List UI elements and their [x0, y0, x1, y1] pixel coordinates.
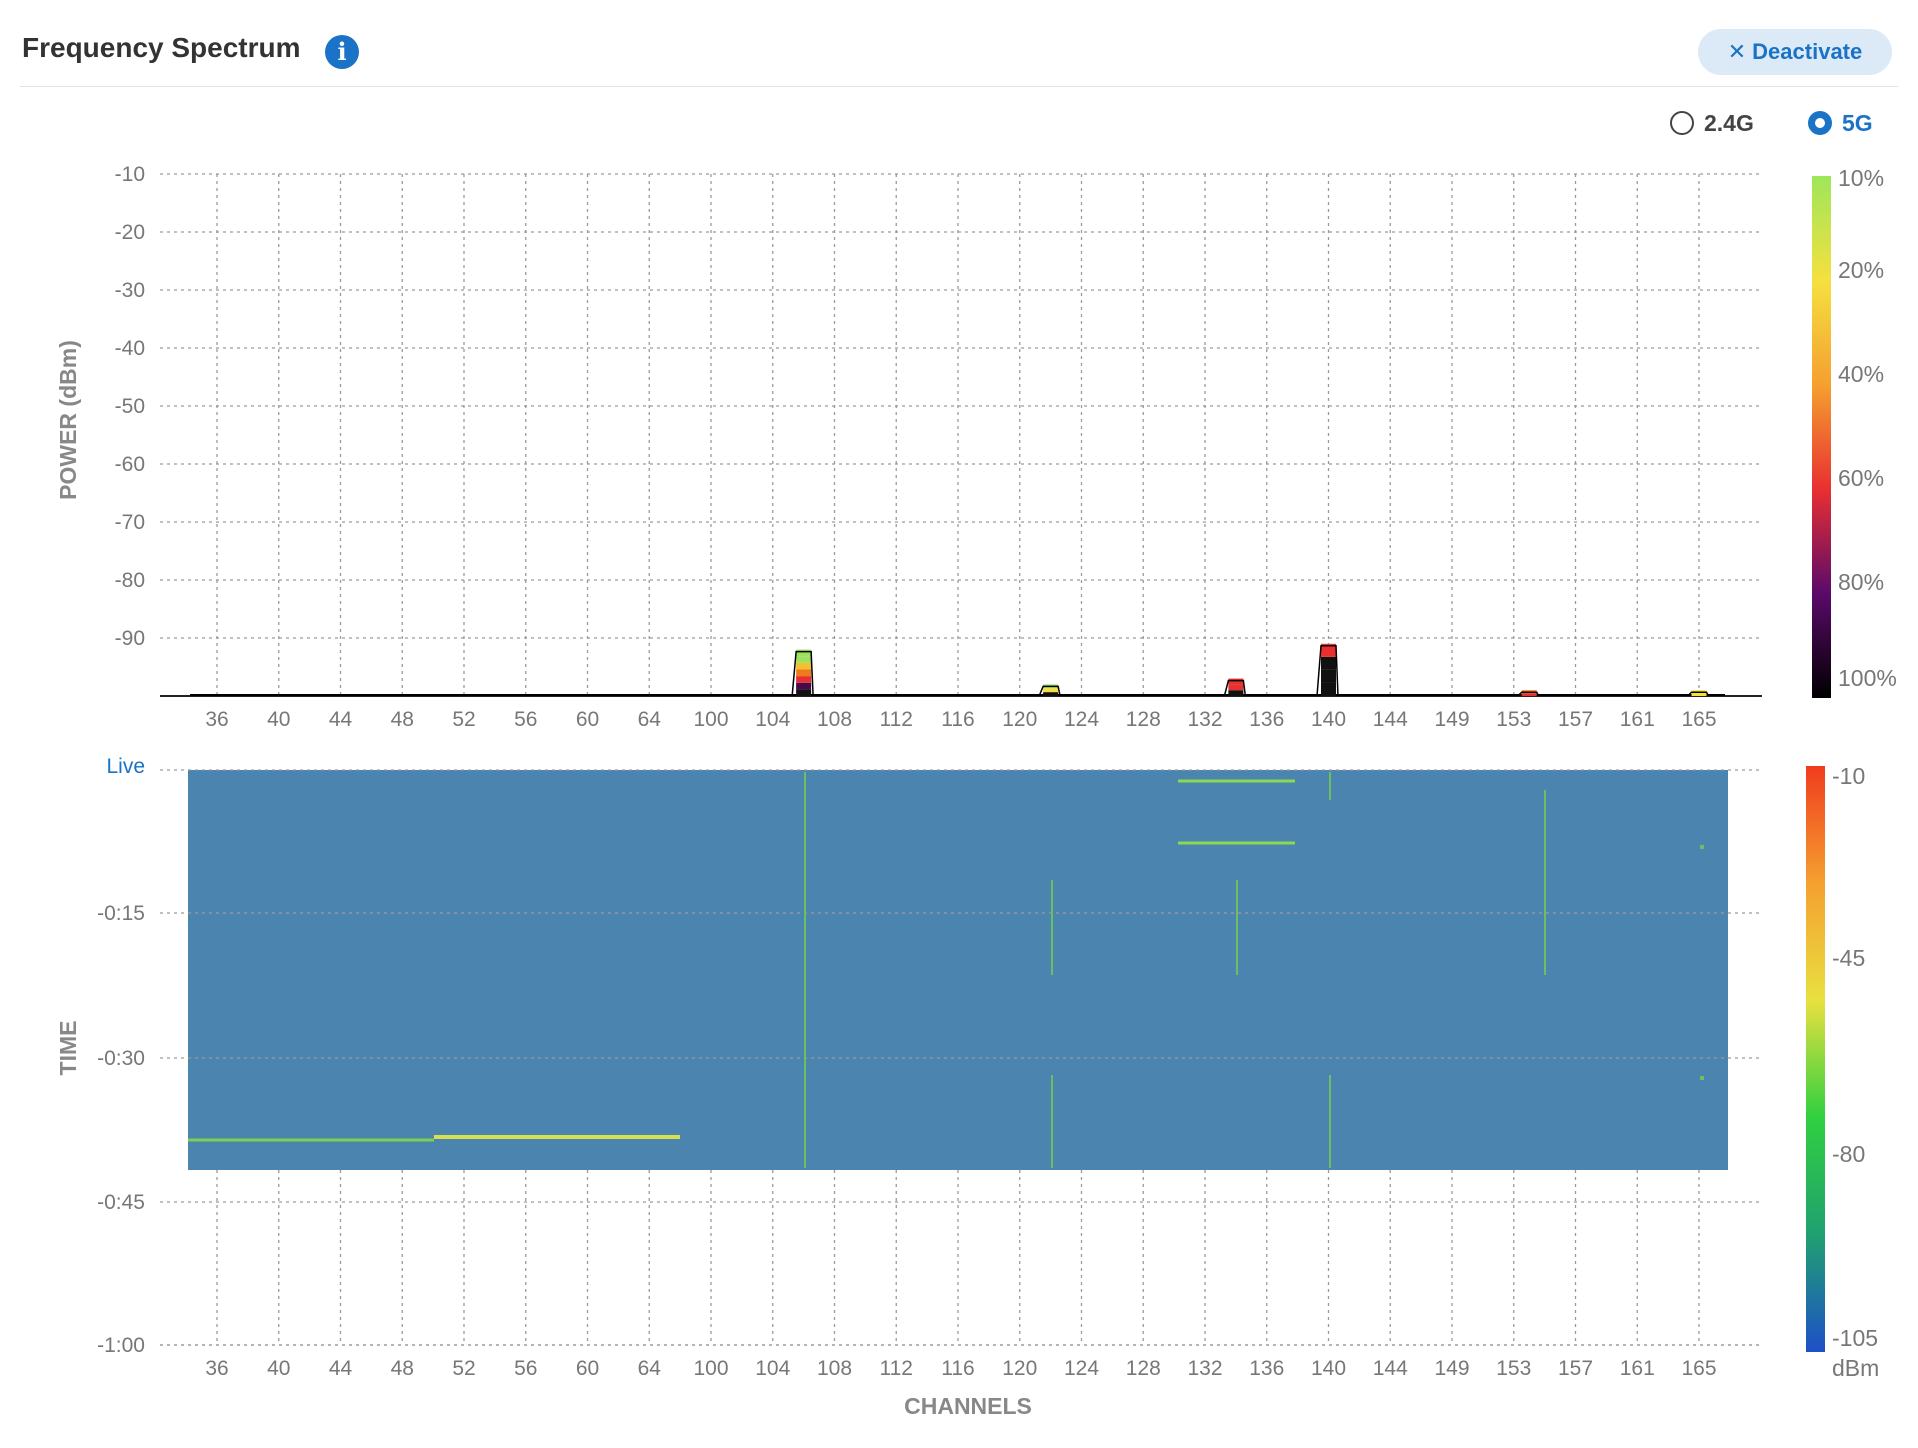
x-tick-label: 136: [1249, 708, 1284, 731]
utilization-legend-label: 60%: [1838, 465, 1884, 491]
y-tick-label: -40: [115, 337, 145, 360]
x-tick-label: 120: [1002, 708, 1037, 731]
utilization-legend-label: 20%: [1838, 257, 1884, 283]
x-tick-label: 116: [941, 708, 974, 731]
y-tick-label: -70: [115, 511, 145, 534]
x-tick-label: 144: [1373, 1357, 1408, 1380]
x-tick-label: 161: [1620, 708, 1655, 731]
spectrum-peak-segment: [1321, 682, 1336, 696]
x-tick-label: 40: [267, 1357, 290, 1380]
y-tick-label: -60: [115, 453, 145, 476]
x-tick-label: 120: [1002, 1357, 1037, 1380]
spectrum-peak-segment: [796, 656, 812, 663]
spectrum-peak-segment: [1043, 688, 1059, 693]
y-tick-label: -80: [115, 569, 145, 592]
y-axis-title: POWER (dBm): [55, 340, 81, 500]
x-tick-label: 128: [1126, 1357, 1161, 1380]
utilization-legend-label: 100%: [1838, 665, 1897, 691]
utilization-legend-label: 80%: [1838, 569, 1884, 595]
x-tick-label: 124: [1064, 1357, 1099, 1380]
x-tick-label: 124: [1064, 708, 1099, 731]
spectrum-peak-segment: [1521, 693, 1537, 696]
x-tick-label: 136: [1249, 1357, 1284, 1380]
dbm-colorbar-label: -45: [1832, 945, 1865, 971]
spectrum-peak-segment: [1228, 690, 1244, 696]
x-tick-label: 157: [1558, 1357, 1593, 1380]
spectrum-peak-segment: [796, 649, 812, 657]
spectrum-peak-segment: [1321, 656, 1336, 670]
x-tick-label: 36: [205, 1357, 228, 1380]
y-tick-label: -0:15: [97, 902, 145, 925]
x-tick-label: 132: [1187, 1357, 1222, 1380]
y-tick-label: -10: [115, 163, 145, 186]
x-tick-label: 116: [941, 1357, 974, 1380]
x-tick-label: 36: [205, 708, 228, 731]
spectrum-peak-segment: [796, 662, 812, 670]
spectrum-peak-segment: [796, 669, 812, 677]
x-axis-title: CHANNELS: [904, 1393, 1032, 1419]
x-tick-label: 112: [880, 708, 913, 731]
x-tick-label: 165: [1681, 708, 1716, 731]
x-tick-label: 64: [638, 708, 662, 731]
x-tick-label: 52: [452, 708, 475, 731]
x-tick-label: 153: [1496, 1357, 1531, 1380]
y-tick-label: -50: [115, 395, 145, 418]
time-live-label: Live: [106, 755, 145, 778]
dbm-colorbar-label: -105: [1832, 1325, 1878, 1351]
y-tick-label: -90: [115, 627, 145, 650]
x-tick-label: 165: [1681, 1357, 1716, 1380]
spectrum-peak-segment: [796, 682, 812, 690]
x-tick-label: 144: [1373, 708, 1408, 731]
spectrum-peak-segment: [1228, 684, 1244, 691]
y-tick-label: -0:45: [97, 1191, 145, 1214]
y-axis-title: TIME: [55, 1021, 81, 1076]
x-tick-label: 56: [514, 1357, 537, 1380]
x-tick-label: 149: [1434, 1357, 1469, 1380]
x-tick-label: 52: [452, 1357, 475, 1380]
x-tick-label: 48: [391, 708, 414, 731]
x-tick-label: 60: [576, 1357, 599, 1380]
dbm-unit-label: dBm: [1832, 1355, 1879, 1381]
spectrum-peak-segment: [1228, 678, 1244, 685]
spectrum-peak-segment: [1691, 690, 1707, 696]
spectrum-peak-segment: [1043, 692, 1059, 696]
x-tick-label: 112: [880, 1357, 913, 1380]
x-tick-label: 140: [1311, 1357, 1346, 1380]
x-tick-label: 40: [267, 708, 290, 731]
x-tick-label: 132: [1187, 708, 1222, 731]
y-tick-label: -30: [115, 279, 145, 302]
x-tick-label: 44: [329, 708, 353, 731]
dbm-colorbar-label: -80: [1832, 1141, 1865, 1167]
dbm-colorbar: [1806, 766, 1825, 1352]
spectrum-peak-segment: [1321, 669, 1336, 683]
spectrum-peak-segment: [796, 689, 812, 696]
x-tick-label: 48: [391, 1357, 414, 1380]
power-spectrum-chart: -10 -20 -30 -40 -50 -60 -70 -80 -90 36 40 44 48 52 56 6…: [55, 163, 1897, 1419]
x-tick-label: 108: [817, 708, 852, 731]
x-tick-label: 161: [1620, 1357, 1655, 1380]
utilization-legend-label: 40%: [1838, 361, 1884, 387]
x-tick-label: 149: [1434, 708, 1469, 731]
dbm-colorbar-label: -10: [1832, 763, 1865, 789]
y-tick-label: -0:30: [97, 1047, 145, 1070]
x-tick-label: 128: [1126, 708, 1161, 731]
x-tick-label: 108: [817, 1357, 852, 1380]
y-tick-label: -20: [115, 221, 145, 244]
x-tick-label: 44: [329, 1357, 353, 1380]
utilization-legend-label: 10%: [1838, 165, 1884, 191]
x-tick-label: 56: [514, 708, 537, 731]
waterfall-heatmap: [188, 770, 1728, 1170]
x-tick-label: 104: [755, 708, 790, 731]
x-tick-label: 64: [638, 1357, 662, 1380]
spectrum-peak-segment: [796, 676, 812, 683]
x-tick-label: 100: [693, 1357, 728, 1380]
x-tick-label: 153: [1496, 708, 1531, 731]
x-tick-label: 157: [1558, 708, 1593, 731]
x-tick-label: 100: [693, 708, 728, 731]
x-tick-label: 104: [755, 1357, 790, 1380]
y-tick-label: -1:00: [97, 1334, 145, 1357]
x-tick-label: 60: [576, 708, 599, 731]
utilization-legend-bar: [1812, 176, 1831, 698]
x-tick-label: 140: [1311, 708, 1346, 731]
